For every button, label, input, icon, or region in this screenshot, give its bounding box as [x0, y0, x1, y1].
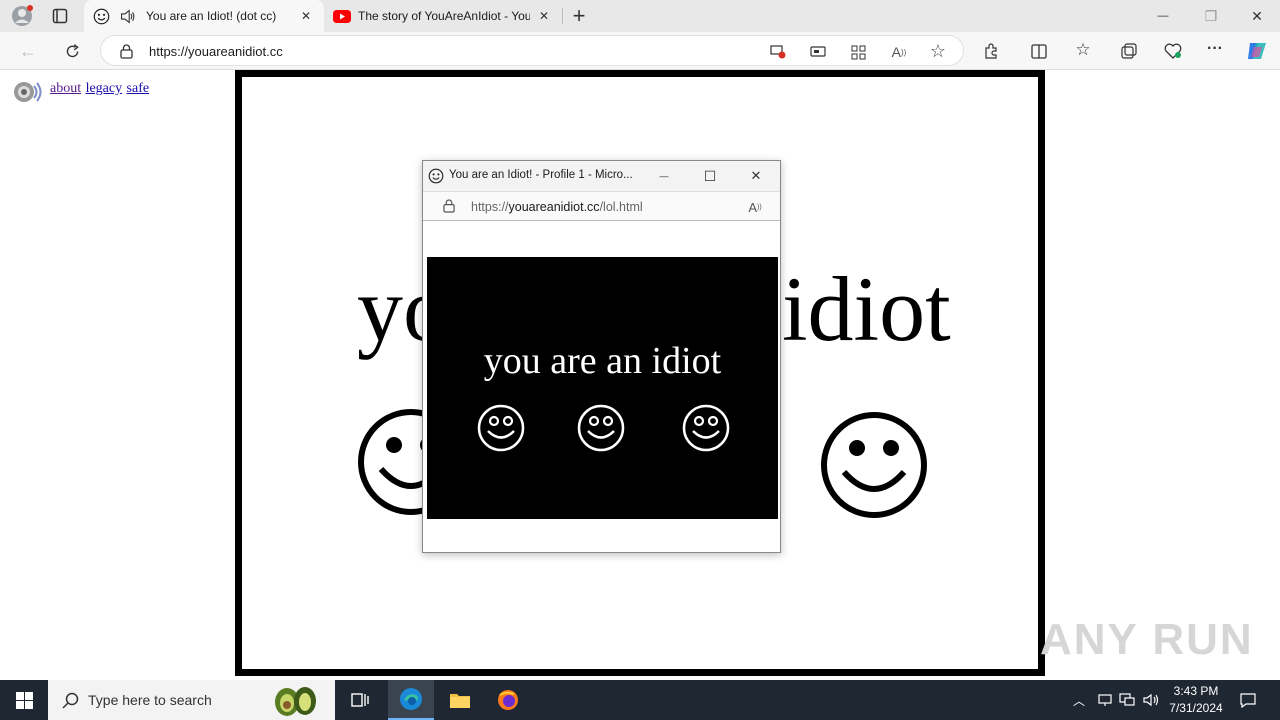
small-smiley-icon — [577, 404, 625, 452]
read-aloud-icon[interactable]: A)) — [745, 197, 765, 217]
collections-icon[interactable] — [1118, 40, 1140, 62]
youtube-icon — [333, 8, 351, 24]
apps-icon[interactable] — [849, 43, 867, 61]
profile-icon[interactable] — [10, 5, 34, 27]
top-links: about legacy safe — [50, 79, 149, 97]
small-smiley-icon — [477, 404, 525, 452]
popup-addressbar: https://youareanidiot.cc/lol.html A)) — [423, 191, 780, 221]
popup-minimize-button[interactable]: — — [649, 164, 679, 188]
media-blocked-icon[interactable] — [769, 43, 787, 61]
firefox-icon[interactable] — [486, 680, 530, 720]
file-explorer-icon[interactable] — [438, 680, 482, 720]
clock-date: 7/31/2024 — [1169, 701, 1223, 715]
browser-essentials-icon[interactable] — [1162, 40, 1184, 62]
search-icon — [60, 690, 80, 710]
copilot-icon[interactable] — [1244, 39, 1270, 63]
tab-youtube-story[interactable]: The story of YouAreAnIdiot - You ✕ — [326, 0, 560, 32]
smiley-icon — [92, 7, 110, 25]
popup-url: https://youareanidiot.cc/lol.html — [471, 200, 643, 214]
url-text: https://youareanidiot.cc — [149, 44, 283, 59]
clock-time: 3:43 PM — [1173, 684, 1219, 698]
close-icon[interactable]: ✕ — [536, 8, 552, 24]
monitor-icon[interactable] — [1116, 680, 1138, 720]
speaker-icon[interactable] — [118, 7, 136, 25]
edge-taskbar-icon[interactable] — [388, 680, 434, 720]
volume-icon[interactable] — [1140, 680, 1162, 720]
windows-start-icon[interactable] — [0, 680, 48, 720]
extensions-icon[interactable] — [980, 40, 1002, 62]
link-safe[interactable]: safe — [127, 81, 150, 96]
popup-black-panel: you are an idiot — [427, 257, 778, 519]
taskbar-search[interactable]: Type here to search — [48, 680, 335, 720]
close-icon[interactable]: ✕ — [298, 8, 314, 24]
show-hidden-icons[interactable]: ︿ — [1068, 680, 1090, 720]
tab-title: You are an Idiot! (dot cc) — [146, 9, 277, 23]
link-about[interactable]: about — [50, 81, 81, 96]
link-legacy[interactable]: legacy — [86, 81, 123, 96]
popup-titlebar: You are an Idiot! - Profile 1 - Micro...… — [423, 161, 780, 191]
popup-title: You are an Idiot! - Profile 1 - Micro... — [449, 169, 633, 181]
address-bar: ← https://youareanidiot.cc A)) ☆ ☆ ··· — [0, 32, 1280, 70]
headline-right: idiot — [782, 258, 951, 360]
minimize-button[interactable]: — — [1140, 0, 1186, 32]
popup-window: You are an Idiot! - Profile 1 - Micro...… — [422, 160, 781, 553]
new-tab-button[interactable]: + — [568, 3, 590, 29]
tab-title: The story of YouAreAnIdiot - You — [358, 9, 530, 23]
tab-youareanidiot[interactable]: You are an Idiot! (dot cc) ✕ — [84, 0, 324, 32]
favorites-icon[interactable]: ☆ — [1072, 39, 1094, 61]
lock-icon[interactable] — [441, 198, 457, 214]
task-view-icon[interactable] — [342, 680, 378, 720]
taskbar: Type here to search ︿ 3:43 PM 7/31/2024 — [0, 680, 1280, 720]
url-field[interactable]: https://youareanidiot.cc A)) ☆ — [100, 35, 964, 66]
close-window-button[interactable]: ✕ — [1234, 0, 1280, 32]
smiley-icon — [427, 167, 445, 185]
more-menu-icon[interactable]: ··· — [1204, 38, 1226, 60]
popup-close-button[interactable]: ✕ — [741, 164, 771, 188]
favorite-star-icon[interactable]: ☆ — [927, 41, 949, 61]
popup-message: you are an idiot — [483, 340, 722, 382]
avocado-icon — [270, 682, 320, 718]
network-icon[interactable] — [1094, 680, 1116, 720]
read-aloud-icon[interactable]: A)) — [889, 42, 909, 62]
tab-divider — [562, 8, 563, 24]
split-screen-icon[interactable] — [1028, 40, 1050, 62]
clock[interactable]: 3:43 PM 7/31/2024 — [1162, 683, 1230, 717]
big-smiley-icon — [819, 410, 929, 520]
notifications-icon[interactable] — [1236, 680, 1260, 720]
small-smiley-icon — [682, 404, 730, 452]
back-icon[interactable]: ← — [16, 40, 40, 62]
tab-bar: You are an Idiot! (dot cc) ✕ The story o… — [0, 0, 1280, 32]
tab-actions-icon[interactable] — [50, 6, 70, 26]
anyrun-watermark: ANY RUN — [1040, 615, 1254, 664]
restore-button[interactable]: ❐ — [1188, 0, 1234, 32]
refresh-icon[interactable] — [60, 40, 84, 62]
search-placeholder: Type here to search — [88, 692, 212, 708]
lock-icon[interactable] — [117, 42, 135, 60]
immersive-reader-icon[interactable] — [809, 43, 827, 61]
sound-icon[interactable] — [12, 76, 44, 108]
popup-maximize-button[interactable]: ☐ — [695, 164, 725, 188]
